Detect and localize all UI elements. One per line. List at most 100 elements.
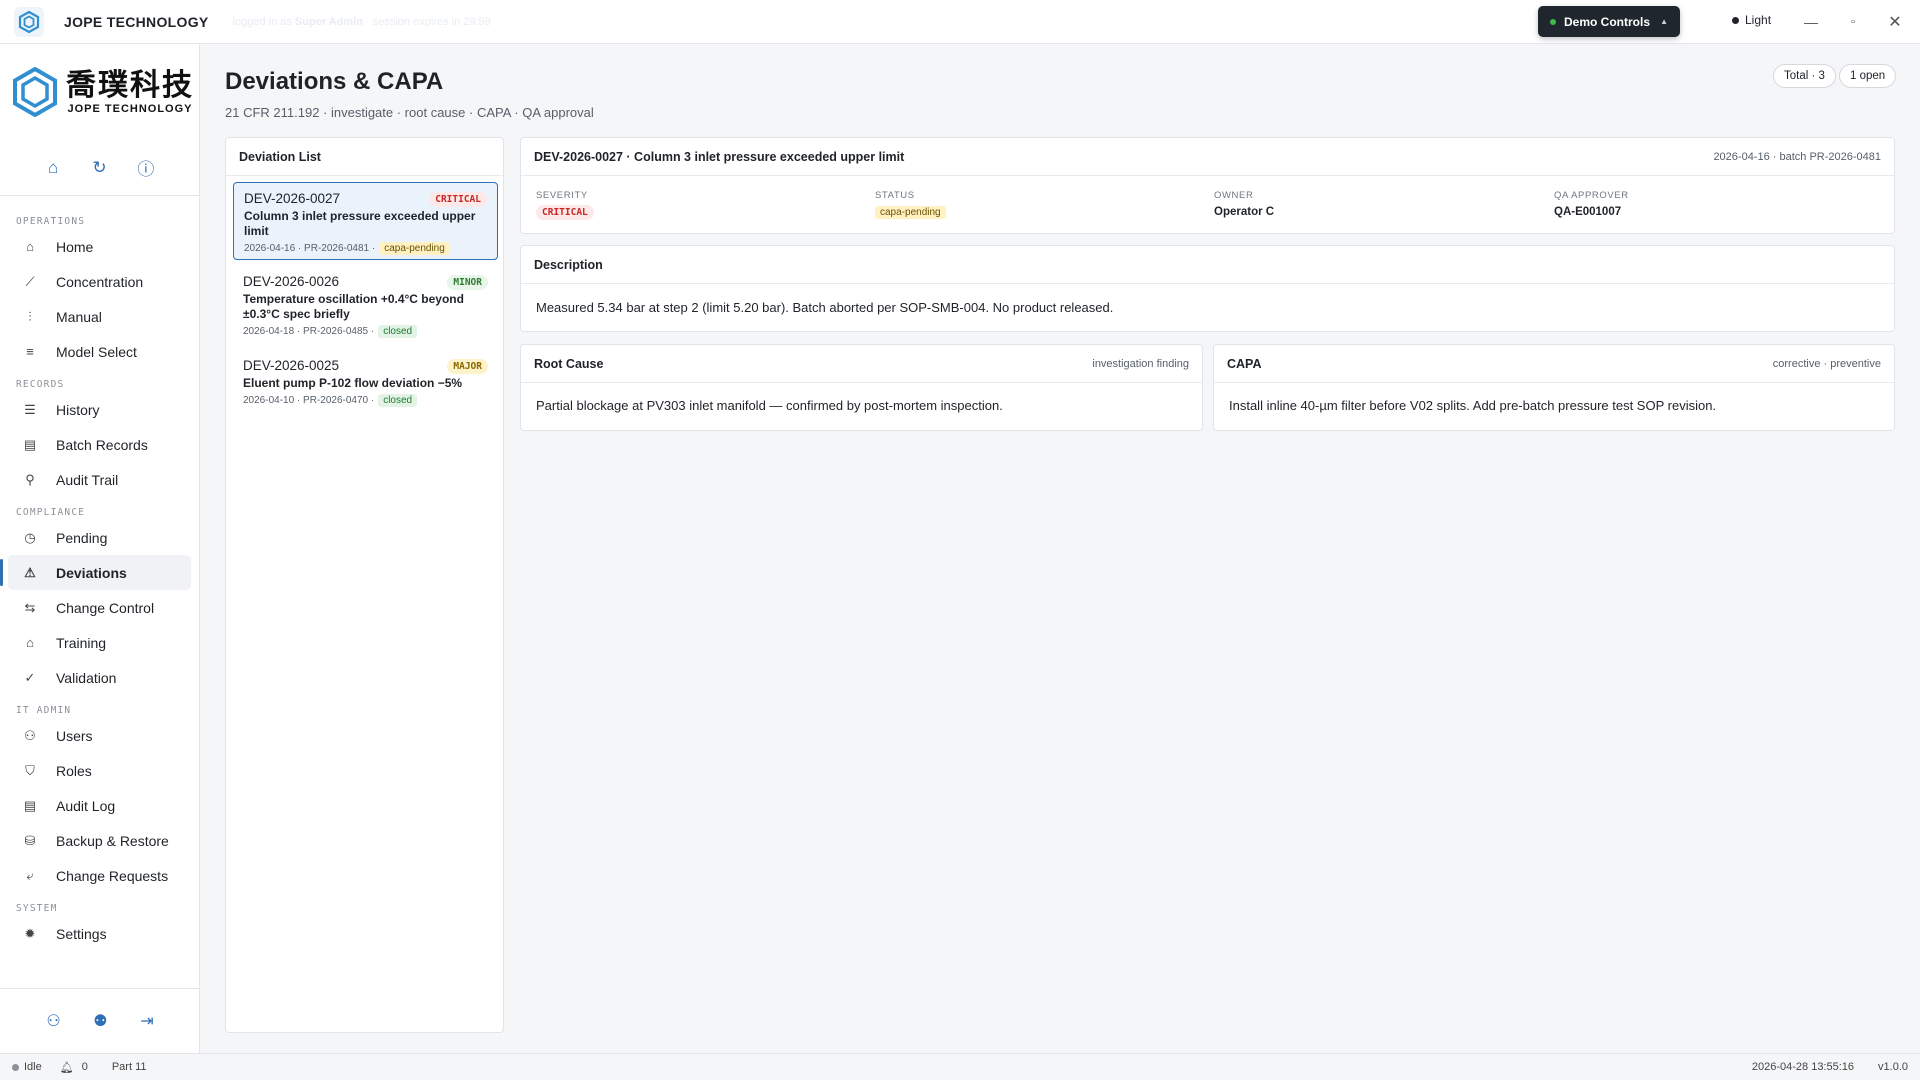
status-bar: Idle 🔔︎ 0 Part 11 2026-04-28 13:55:16 v1…	[0, 1053, 1920, 1080]
home-icon[interactable]: ⌂	[42, 158, 64, 178]
change-requests-icon: ⤶	[26, 867, 34, 883]
validation-icon: ✓	[24, 669, 36, 685]
home-icon: ⌂	[26, 239, 34, 254]
deviation-meta: 2026-04-16 · PR-2026-0481 · capa-pending	[244, 242, 487, 255]
severity-badge: MAJOR	[447, 359, 488, 374]
open-count-badge: 1 open	[1839, 64, 1897, 88]
nav-section-label: COMPLIANCE	[16, 507, 86, 518]
session-info: logged in as Super Admin · session expir…	[232, 15, 491, 28]
demo-controls-button[interactable]: Demo Controls ▲	[1538, 6, 1680, 37]
sidebar-item-label: Change Requests	[56, 867, 169, 884]
model-select-icon: ≡	[26, 344, 34, 359]
status-dot-icon	[1550, 18, 1556, 25]
sidebar-item-label: Audit Log	[56, 797, 116, 814]
sidebar-item-manual[interactable]: ⫶ Manual	[8, 299, 191, 334]
idle-dot-icon	[12, 1063, 19, 1071]
user-icon[interactable]: ⚇	[46, 1011, 60, 1031]
sidebar-item-backup-restore[interactable]: ⛁ Backup & Restore	[8, 823, 191, 858]
deviation-title: Temperature oscillation +0.4°C beyond ±0…	[243, 292, 464, 321]
roles-icon: ⛉	[25, 762, 35, 778]
sidebar-item-change-requests[interactable]: ⤶ Change Requests	[8, 858, 191, 893]
minimize-icon[interactable]: —	[1796, 8, 1826, 36]
sidebar-item-label: Settings	[56, 925, 107, 942]
detail-header-title: DEV-2026-0027 · Column 3 inlet pressure …	[534, 149, 905, 164]
sidebar-item-roles[interactable]: ⛉ Roles	[8, 753, 191, 788]
sidebar-item-audit-log[interactable]: ▤ Audit Log	[8, 788, 191, 823]
maximize-icon[interactable]: ▫	[1838, 8, 1868, 36]
sidebar-item-label: Change Control	[56, 599, 155, 616]
description-text: Measured 5.34 bar at step 2 (limit 5.20 …	[536, 300, 1114, 315]
deviation-detail-card: DEV-2026-0027 · Column 3 inlet pressure …	[520, 137, 1895, 234]
capa-title: CAPA	[1227, 356, 1262, 371]
help-icon[interactable]: ⓘ	[135, 155, 157, 180]
sidebar-item-change-control[interactable]: ⇆ Change Control	[8, 590, 191, 625]
capa-card: CAPA corrective · preventive	[1213, 344, 1895, 431]
sidebar-item-batch-records[interactable]: ▤ Batch Records	[8, 427, 191, 462]
nav-section-label: SYSTEM	[16, 903, 58, 914]
deviation-item[interactable]: DEV-2026-0026 MINOR Temperature oscillat…	[233, 266, 498, 344]
deviation-item[interactable]: DEV-2026-0025 MAJOR Eluent pump P-102 fl…	[233, 350, 498, 416]
sidebar-item-home[interactable]: ⌂ Home	[8, 229, 191, 264]
severity-badge: CRITICAL	[536, 205, 594, 220]
sidebar-item-label: Manual	[56, 308, 102, 325]
status-tag: closed	[378, 394, 418, 407]
sidebar-item-label: Model Select	[56, 343, 137, 360]
sidebar-item-label: Roles	[56, 762, 92, 779]
deviation-list-panel: Deviation List DEV-2026-0027 CRITICAL Co…	[225, 137, 504, 1033]
theme-dot-icon	[1732, 16, 1739, 24]
status-tag: capa-pending	[875, 206, 946, 219]
status-datetime: 2026-04-28 13:55:16	[1751, 1061, 1855, 1073]
sidebar-item-users[interactable]: ⚇ Users	[8, 718, 191, 753]
nav-section-label: RECORDS	[16, 379, 65, 390]
manual-icon: ⫶	[28, 308, 32, 324]
theme-label: Light	[1745, 13, 1772, 27]
nav-section-label: IT ADMIN	[16, 705, 72, 716]
root-cause-card: Root Cause investigation finding	[520, 344, 1203, 431]
sidebar-item-label: Backup & Restore	[56, 832, 169, 849]
status-label: STATUS	[875, 190, 915, 201]
root-cause-title: Root Cause	[534, 356, 604, 371]
sidebar-item-history[interactable]: ☰ History	[8, 392, 191, 427]
refresh-icon[interactable]: ↻	[88, 158, 110, 178]
deviation-item[interactable]: DEV-2026-0027 CRITICAL Column 3 inlet pr…	[233, 182, 498, 260]
app-version: v1.0.0	[1878, 1061, 1908, 1073]
caret-up-icon: ▲	[1660, 17, 1668, 26]
settings-icon: ✹	[24, 925, 36, 941]
owner-label: OWNER	[1214, 190, 1254, 201]
page-title: Deviations & CAPA	[225, 68, 444, 95]
sidebar-item-label: Training	[56, 634, 107, 651]
users-icon: ⚇	[24, 727, 36, 743]
change-control-icon: ⇆	[24, 599, 36, 615]
bell-icon[interactable]: 🔔︎	[60, 1061, 74, 1074]
root-cause-meta: investigation finding	[1092, 357, 1189, 370]
sidebar-item-deviations[interactable]: ⚠ Deviations	[0, 555, 191, 590]
sidebar-item-validation[interactable]: ✓ Validation	[8, 660, 191, 695]
total-count-badge: Total · 3	[1773, 64, 1836, 88]
logo-chinese-text: 喬璞科技	[66, 68, 194, 103]
quick-actions: ⌂ ↻ ⓘ	[0, 140, 199, 196]
sidebar-item-pending[interactable]: ◷ Pending	[8, 520, 191, 555]
status-state: Idle	[24, 1061, 42, 1073]
pending-icon: ◷	[24, 529, 36, 545]
theme-toggle[interactable]: Light	[1732, 13, 1771, 27]
logo-english-text: JOPE TECHNOLOGY	[67, 103, 193, 115]
sidebar-item-settings[interactable]: ✹ Settings	[8, 916, 191, 951]
sidebar-footer: ⚇ ⚉ ⇥	[0, 988, 200, 1053]
logout-icon[interactable]: ⇥	[140, 1011, 153, 1031]
company-logo: 喬璞科技 JOPE TECHNOLOGY	[0, 44, 199, 140]
sidebar-item-label: Audit Trail	[56, 471, 119, 488]
sidebar-item-audit-trail[interactable]: ⚲ Audit Trail	[8, 462, 191, 497]
close-icon[interactable]: ✕	[1880, 8, 1910, 36]
capa-text: Install inline 40-µm filter before V02 s…	[1229, 398, 1717, 413]
jope-hexagon-logo-icon	[13, 67, 57, 117]
app-brand: JOPE TECHNOLOGY	[64, 13, 209, 30]
backup-restore-icon: ⛁	[24, 832, 36, 848]
sidebar-item-model-select[interactable]: ≡ Model Select	[8, 334, 191, 369]
audit-trail-icon: ⚲	[25, 471, 35, 487]
deviation-title: Column 3 inlet pressure exceeded upper l…	[244, 209, 476, 238]
sidebar-item-concentration[interactable]: ⟋ Concentration	[8, 264, 191, 299]
sidebar-item-label: Home	[56, 238, 94, 255]
switch-user-icon[interactable]: ⚉	[93, 1011, 107, 1031]
sidebar: 喬璞科技 JOPE TECHNOLOGY ⌂ ↻ ⓘ OPERATIONS ⌂ Ho…	[0, 44, 200, 1053]
sidebar-item-training[interactable]: ⌂ Training	[8, 625, 191, 660]
